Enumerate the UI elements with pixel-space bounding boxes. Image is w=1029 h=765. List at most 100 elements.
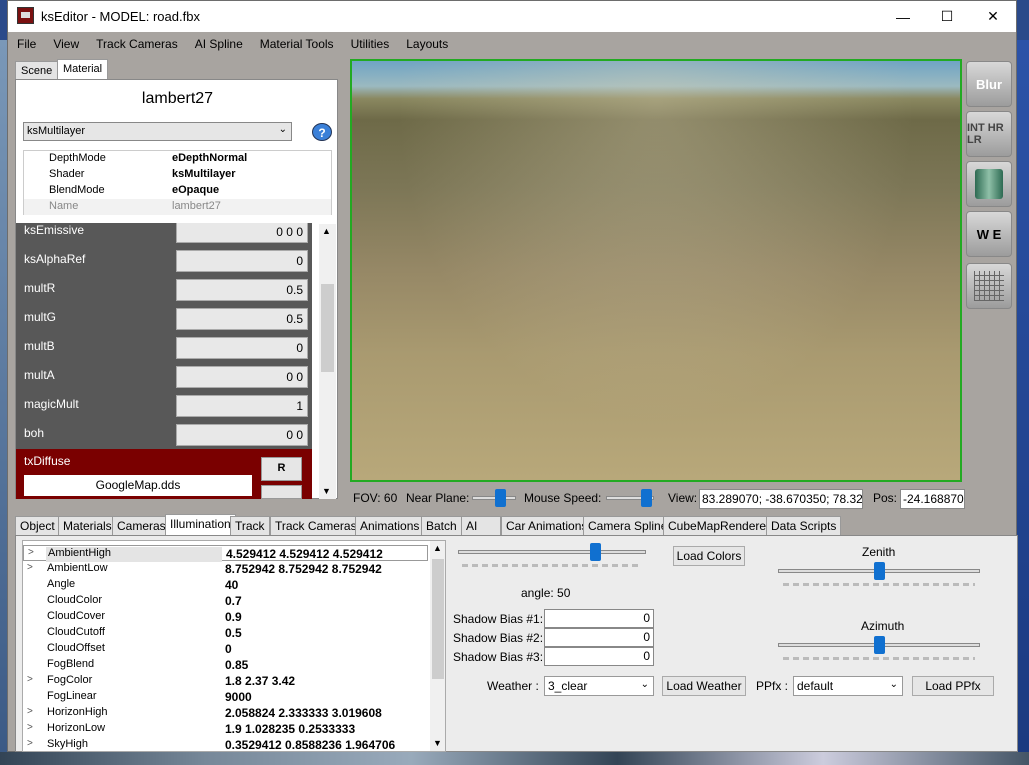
shadow-bias-3-input[interactable]: 0 (544, 647, 654, 666)
load-weather-button[interactable]: Load Weather (662, 676, 746, 696)
weather-select[interactable]: 3_clear ⌄ (544, 676, 654, 696)
property-value[interactable]: 40 (225, 578, 238, 592)
menu-material-tools[interactable]: Material Tools (251, 32, 342, 56)
property-value[interactable]: 0 (225, 642, 232, 656)
prop-row[interactable]: DepthMode eDepthNormal (24, 151, 331, 167)
tab-batch[interactable]: Batch (421, 516, 462, 536)
prop-row[interactable]: BlendMode eOpaque (24, 183, 331, 199)
param-value[interactable]: 0 (176, 337, 308, 359)
help-icon[interactable]: ? (312, 123, 332, 141)
tab-ai[interactable]: AI (461, 516, 501, 536)
menu-ai-spline[interactable]: AI Spline (186, 32, 251, 56)
scrollbar-thumb[interactable] (321, 284, 334, 372)
property-value[interactable]: 9000 (225, 690, 252, 704)
tab-scene[interactable]: Scene (15, 61, 59, 80)
scroll-down-icon[interactable]: ▼ (322, 486, 331, 496)
property-grid-scrollbar[interactable]: ▲ ▼ (430, 541, 445, 751)
param-value[interactable]: 1 (176, 395, 308, 417)
menu-view[interactable]: View (44, 32, 87, 56)
expand-arrow-icon[interactable]: > (27, 706, 33, 717)
prop-row[interactable]: Shader ksMultilayer (24, 167, 331, 183)
view-coordinates-field[interactable]: 83.289070; -38.670350; 78.32558 (699, 489, 863, 509)
property-row[interactable]: > HorizonHigh 2.058824 2.333333 3.019608 (23, 705, 428, 721)
menu-layouts[interactable]: Layouts (397, 32, 456, 56)
shader-select[interactable]: ksMultilayer ⌄ (23, 122, 292, 141)
close-button[interactable]: ✕ (970, 1, 1016, 32)
tab-cameras[interactable]: Cameras (112, 516, 171, 536)
scroll-down-icon[interactable]: ▼ (433, 738, 442, 748)
property-value[interactable]: 0.85 (225, 658, 248, 672)
pos-coordinates-field[interactable]: -24.168870; 0 (900, 489, 965, 509)
scroll-up-icon[interactable]: ▲ (433, 543, 442, 553)
maximize-button[interactable]: ☐ (924, 1, 970, 32)
track-icon[interactable] (966, 161, 1012, 207)
property-row[interactable]: Angle 40 (23, 577, 428, 593)
blur-button[interactable]: Blur (966, 61, 1012, 107)
weather-we-button[interactable]: W E (966, 211, 1012, 257)
property-value[interactable]: 4.529412 4.529412 4.529412 (226, 547, 383, 561)
property-row[interactable]: FogBlend 0.85 (23, 657, 428, 673)
param-value[interactable]: 0.5 (176, 308, 308, 330)
tab-object[interactable]: Object (15, 516, 60, 536)
property-value[interactable]: 2.058824 2.333333 3.019608 (225, 706, 382, 720)
minimize-button[interactable]: — (880, 1, 926, 32)
param-value[interactable]: 0.5 (176, 279, 308, 301)
shadow-bias-2-input[interactable]: 0 (544, 628, 654, 647)
tab-camera-spline[interactable]: Camera Spline (583, 516, 673, 536)
load-colors-button[interactable]: Load Colors (673, 546, 745, 566)
property-value[interactable]: 0.3529412 0.8588236 1.964706 (225, 738, 395, 751)
texture-reset-button[interactable]: R (261, 457, 302, 481)
grid-icon[interactable] (966, 263, 1012, 309)
tab-illumination[interactable]: Illumination (165, 514, 236, 536)
expand-arrow-icon[interactable]: > (27, 562, 33, 573)
expand-arrow-icon[interactable]: > (27, 674, 33, 685)
expand-arrow-icon[interactable]: > (27, 722, 33, 733)
near-plane-slider-thumb[interactable] (495, 489, 506, 507)
property-row[interactable]: CloudColor 0.7 (23, 593, 428, 609)
texture-file-button[interactable]: GoogleMap.dds (24, 475, 252, 496)
property-row[interactable]: > AmbientLow 8.752942 8.752942 8.752942 (23, 561, 428, 577)
property-row[interactable]: CloudCover 0.9 (23, 609, 428, 625)
int-hr-lr-button[interactable]: INT HR LR (966, 111, 1012, 157)
property-value[interactable]: 8.752942 8.752942 8.752942 (225, 562, 382, 576)
property-value[interactable]: 0.7 (225, 594, 242, 608)
shadow-bias-1-input[interactable]: 0 (544, 609, 654, 628)
tab-materials[interactable]: Materials (58, 516, 117, 536)
param-value[interactable]: 0 0 (176, 366, 308, 388)
property-row[interactable]: > AmbientHigh 4.529412 4.529412 4.529412 (23, 545, 428, 562)
prop-row[interactable]: Name lambert27 (24, 199, 331, 215)
property-value[interactable]: 0.9 (225, 610, 242, 624)
tab-material[interactable]: Material (57, 59, 109, 80)
property-row[interactable]: CloudCutoff 0.5 (23, 625, 428, 641)
tab-animations[interactable]: Animations (355, 516, 425, 536)
tab-cubemaprenderer[interactable]: CubeMapRenderer (663, 516, 776, 536)
tab-car-animations[interactable]: Car Animations (501, 516, 593, 536)
menu-track-cameras[interactable]: Track Cameras (87, 32, 186, 56)
azimuth-slider-thumb[interactable] (874, 636, 885, 654)
texture-extra-button[interactable] (261, 485, 302, 499)
tab-track-cameras[interactable]: Track Cameras (270, 516, 362, 536)
near-plane-slider[interactable] (472, 496, 516, 500)
scrollbar-thumb[interactable] (432, 559, 444, 679)
property-value[interactable]: 0.5 (225, 626, 242, 640)
load-ppfx-button[interactable]: Load PPfx (912, 676, 994, 696)
property-row[interactable]: FogLinear 9000 (23, 689, 428, 705)
param-value[interactable]: 0 (176, 250, 308, 272)
mouse-speed-slider-thumb[interactable] (641, 489, 652, 507)
params-scrollbar[interactable]: ▲ ▼ (319, 224, 336, 499)
menu-utilities[interactable]: Utilities (342, 32, 398, 56)
ppfx-select[interactable]: default ⌄ (793, 676, 903, 696)
param-value[interactable]: 0 0 0 (176, 223, 308, 243)
tab-data-scripts[interactable]: Data Scripts (766, 516, 842, 536)
zenith-slider-thumb[interactable] (874, 562, 885, 580)
property-row[interactable]: > SkyHigh 0.3529412 0.8588236 1.964706 (23, 737, 428, 751)
expand-arrow-icon[interactable]: > (28, 547, 34, 558)
expand-arrow-icon[interactable]: > (27, 738, 33, 749)
angle-slider-thumb[interactable] (590, 543, 601, 561)
menu-file[interactable]: File (8, 32, 44, 56)
property-row[interactable]: CloudOffset 0 (23, 641, 428, 657)
property-value[interactable]: 1.9 1.028235 0.2533333 (225, 722, 355, 736)
property-value[interactable]: 1.8 2.37 3.42 (225, 674, 295, 688)
tab-track[interactable]: Track (230, 516, 270, 536)
3d-viewport[interactable] (350, 59, 962, 482)
